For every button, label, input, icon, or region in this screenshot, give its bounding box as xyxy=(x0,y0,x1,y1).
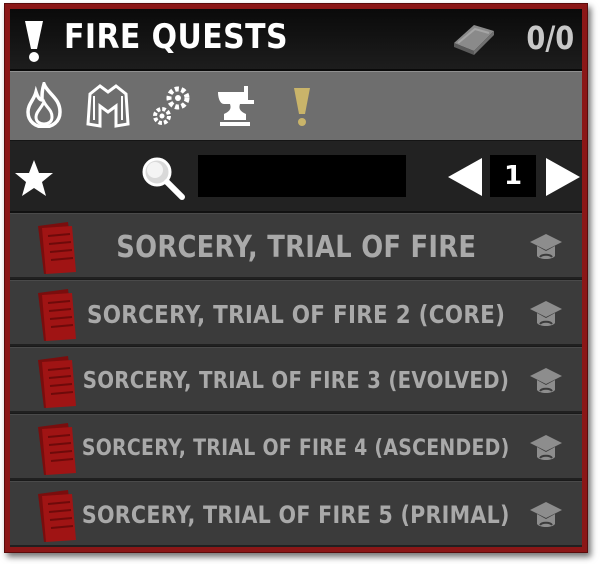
fire-icon[interactable] xyxy=(22,82,66,128)
graduation-cap-icon xyxy=(530,301,562,326)
scroll-icon xyxy=(38,222,76,274)
quest-title: SORCERY, TRIAL OF FIRE xyxy=(116,229,476,265)
header-bar: FIRE QUESTS 0/0 xyxy=(10,9,582,71)
scroll-icon xyxy=(38,423,76,475)
category-bar xyxy=(10,71,582,142)
book-icon[interactable] xyxy=(448,21,498,57)
page-title: FIRE QUESTS xyxy=(64,17,288,57)
scroll-icon xyxy=(38,356,76,408)
gears-icon[interactable] xyxy=(150,82,194,128)
scroll-icon xyxy=(38,289,76,341)
filter-bar: 1 xyxy=(10,141,582,213)
quest-title: SORCERY, TRIAL OF FIRE 4 (ASCENDED) xyxy=(82,435,510,461)
quest-row[interactable]: SORCERY, TRIAL OF FIRE 3 (EVOLVED) xyxy=(10,347,582,413)
quest-row[interactable]: SORCERY, TRIAL OF FIRE xyxy=(10,213,582,279)
page-number: 1 xyxy=(490,155,536,197)
exclamation-icon xyxy=(25,21,43,62)
quest-title: SORCERY, TRIAL OF FIRE 5 (PRIMAL) xyxy=(82,501,510,529)
quest-row[interactable]: SORCERY, TRIAL OF FIRE 5 (PRIMAL) xyxy=(10,481,582,547)
right-arrow-icon[interactable] xyxy=(544,156,582,198)
quest-title: SORCERY, TRIAL OF FIRE 2 (CORE) xyxy=(86,299,506,329)
quest-panel: FIRE QUESTS 0/0 1 SORCERY, TRIAL OF FIRE… xyxy=(4,3,588,553)
armor-icon[interactable] xyxy=(86,82,130,128)
quest-row[interactable]: SORCERY, TRIAL OF FIRE 4 (ASCENDED) xyxy=(10,414,582,480)
quest-counter: 0/0 xyxy=(526,19,574,57)
graduation-cap-icon xyxy=(530,368,562,393)
star-icon[interactable] xyxy=(14,159,54,197)
search-input[interactable] xyxy=(198,155,406,197)
quest-title: SORCERY, TRIAL OF FIRE 3 (EVOLVED) xyxy=(82,368,510,394)
anvil-icon[interactable] xyxy=(214,82,258,128)
quest-panel-inner: FIRE QUESTS 0/0 1 SORCERY, TRIAL OF FIRE… xyxy=(10,9,582,547)
magnifier-icon[interactable] xyxy=(140,155,186,201)
graduation-cap-icon xyxy=(530,435,562,460)
exclamation-icon[interactable] xyxy=(280,82,324,128)
scroll-icon xyxy=(38,490,76,542)
left-arrow-icon[interactable] xyxy=(446,156,484,198)
graduation-cap-icon xyxy=(530,502,562,527)
graduation-cap-icon xyxy=(530,234,562,259)
quest-row[interactable]: SORCERY, TRIAL OF FIRE 2 (CORE) xyxy=(10,280,582,346)
